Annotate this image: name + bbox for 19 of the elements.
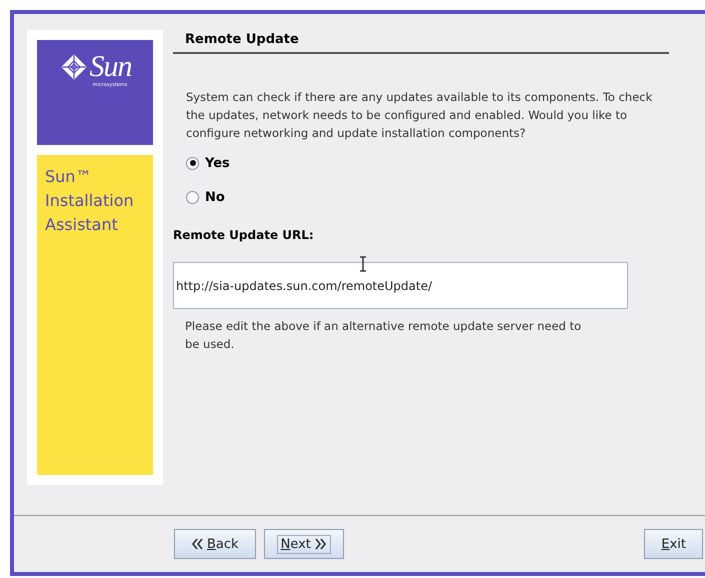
- url-label: Remote Update URL:: [173, 228, 314, 242]
- exit-button[interactable]: Exit: [644, 529, 703, 559]
- help-text: Please edit the above if an alternative remote update server need to be used.: [185, 318, 582, 353]
- radio-option[interactable]: No: [186, 186, 225, 208]
- text-cursor-icon: [358, 256, 368, 272]
- radio-option[interactable]: Yes: [186, 152, 230, 174]
- radio-icon[interactable]: [186, 190, 199, 204]
- url-input-field[interactable]: http://sia-updates.sun.com/remoteUpdate/: [173, 262, 628, 309]
- product-name: Sun™: [45, 166, 92, 188]
- radio-icon[interactable]: [186, 156, 199, 170]
- product-name: Installation: [45, 190, 135, 212]
- page-title: Remote Update: [173, 30, 669, 54]
- back-button[interactable]: Back: [174, 529, 256, 559]
- next-button[interactable]: Next: [264, 529, 344, 559]
- double-chevron-right-icon: [314, 537, 327, 551]
- product-name: Assistant: [45, 214, 119, 236]
- logo-wordmark: Sun: [90, 52, 132, 82]
- description-text: System can check if there are any updates available to its components. To check the updates, network needs to be configured and enabled. Would you like to configure networking and update installation components?: [186, 89, 654, 142]
- double-chevron-left-icon: [191, 537, 203, 551]
